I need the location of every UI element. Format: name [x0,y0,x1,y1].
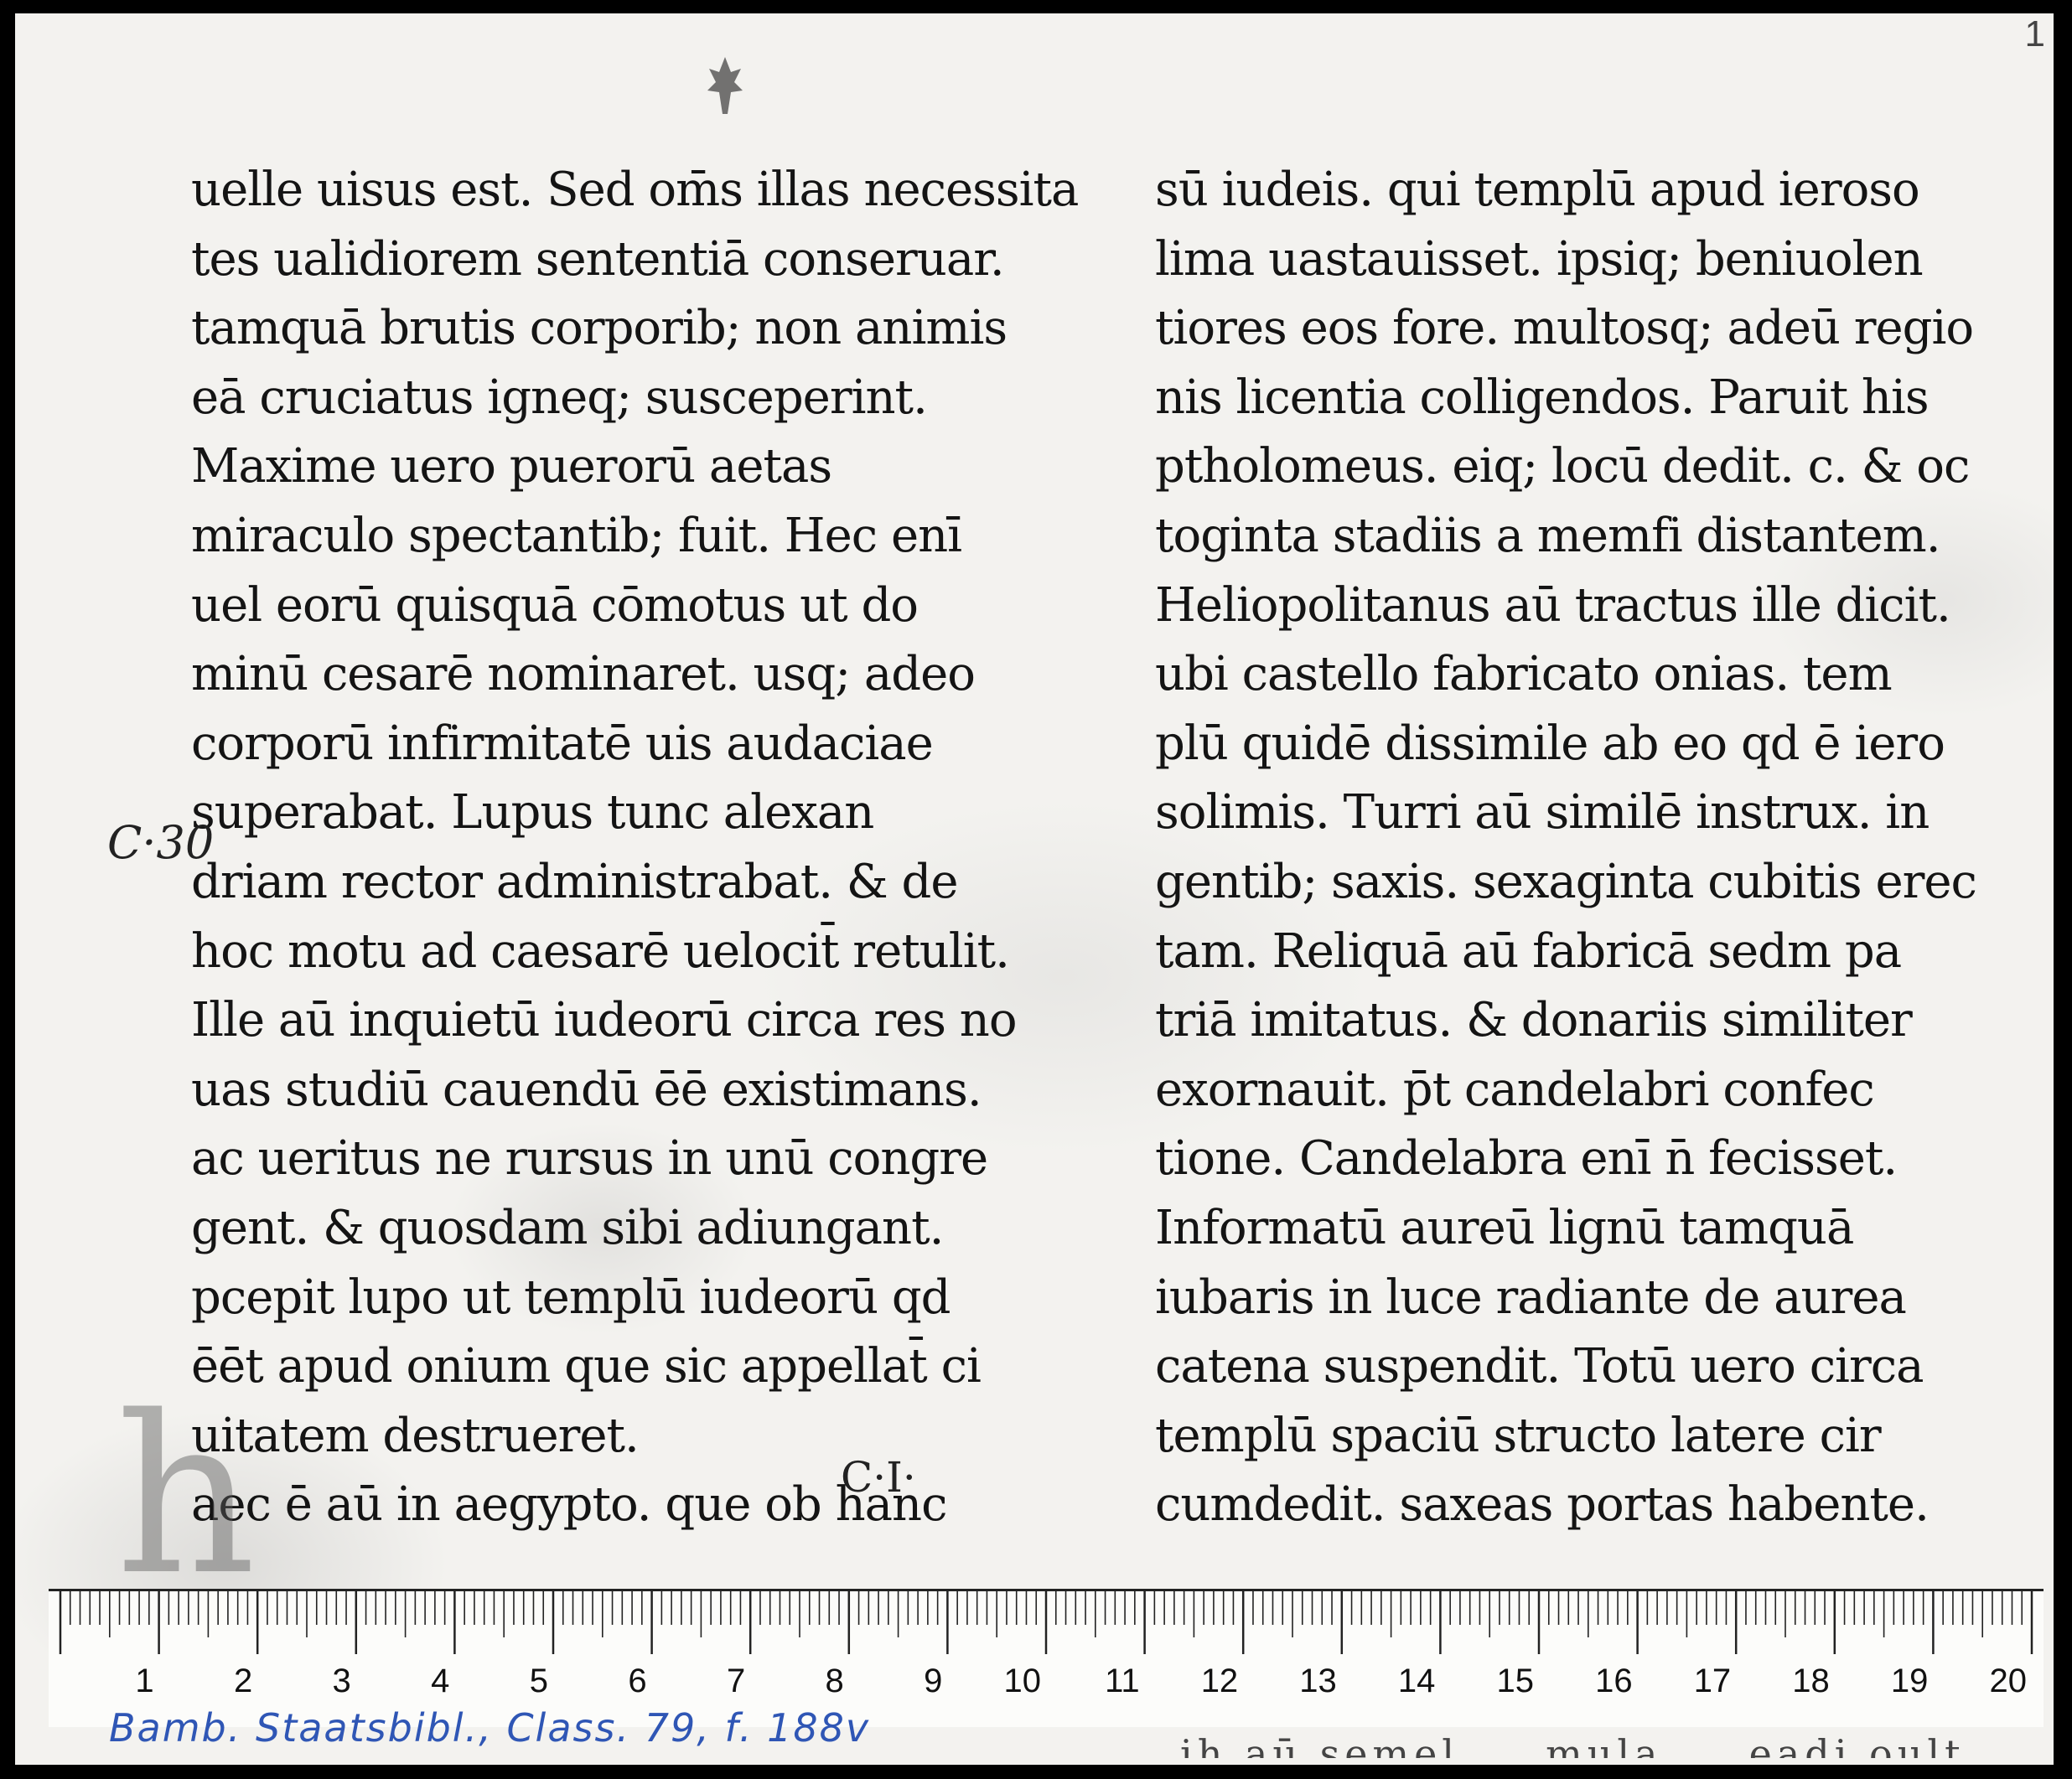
text-line: triā imitatus. & donariis similiter [1155,993,1913,1048]
text-line: iubaris in luce radiante de aurea [1155,1270,1907,1325]
ruler-label: 7 [727,1663,745,1699]
text-line: nis licentia colligendos. Paruit his [1155,370,1930,425]
text-line: sū iudeis. qui templū apud ieroso [1155,163,1920,217]
text-line: lima uastauisset. ipsiq; beniuolen [1155,231,1924,287]
manuscript-photo: 1 uelle uisus est. Sed om̄s illas necess… [15,13,2054,1765]
text-line: ubi castello fabricato onias. tem [1155,647,1893,702]
text-line: plū quidē dissimile ab eo qd ē iero [1155,716,1945,771]
corner-mark: 1 [2024,13,2045,54]
text-line: cumdedit. saxeas portas habente. [1155,1477,1930,1533]
ruler-label: 1 [135,1663,153,1699]
ruler-label: 3 [333,1663,351,1699]
text-line: uelle uisus est. Sed om̄s illas necessit… [191,163,1079,217]
text-line: tamquā brutis corporib; non animis [191,301,1008,356]
top-ornament-icon [707,57,743,114]
ruler-label: 2 [234,1663,252,1699]
margin-note-c30: C·30 [107,816,215,869]
text-line: tiores eos fore. multosq; adeū regio [1155,301,1974,356]
text-line: pcepit lupo ut templū iudeorū qd [191,1270,951,1325]
text-line: corporū infirmitatē uis audaciae [191,716,934,771]
ruler-label: 20 [1990,1663,2028,1699]
text-line: catena suspendit. Totū uero circa [1155,1339,1924,1394]
text-line: eā cruciatus igneq; susceperint. [191,370,928,425]
right-text-column: sū iudeis. qui templū apud ieroso lima ua… [1155,156,2044,1540]
ruler-label: 9 [924,1663,942,1699]
ruler-label: 8 [826,1663,844,1699]
text-line: ēēt apud onium que sic appellat̄ ci [191,1339,982,1394]
ruler-label: 10 [1004,1663,1042,1699]
ruler-label: 5 [530,1663,548,1699]
ruler-label: 15 [1497,1663,1535,1699]
margin-note-c1: C·I· [841,1453,916,1502]
ruler-label: 4 [431,1663,449,1699]
text-line: uas studiū cauendū ēē existimans. [191,1062,982,1117]
text-line: exornauit. p̄t candelabri confec [1155,1062,1875,1117]
text-line: templū spaciū structo latere cir [1155,1408,1882,1463]
text-line: Ille aū inquietū iudeorū circa res no [191,993,1018,1048]
text-line: tes ualidiorem sententiā conseruar. [191,231,1005,287]
ruler-label: 16 [1595,1663,1633,1699]
text-line: gentib; saxis. sexaginta cubitis erec [1155,854,1977,909]
text-line: miraculo spectantib; fuit. Hec enī [191,508,962,563]
ruler-label: 17 [1694,1663,1732,1699]
text-line: driam rector administrabat. & de [191,854,958,909]
text-line: Heliopolitanus aū tractus ille dicit. [1155,577,1951,633]
text-line: ac ueritus ne rursus in unū congre [191,1131,988,1187]
shelfmark-caption: Bamb. Staatsbibl., Class. 79, f. 188v [109,1705,871,1751]
text-line: hoc motu ad caesarē uelocit̄ retulit. [191,923,1010,979]
text-line: minū cesarē nominaret. usq; adeo [191,647,976,702]
text-line: Maxime uero puerorū aetas [191,439,832,494]
text-line: Informatū aureū lignū tamquā [1155,1200,1854,1255]
ruler-label: 14 [1398,1663,1436,1699]
ruler-label: 13 [1299,1663,1337,1699]
ruler-label: 19 [1891,1663,1929,1699]
cut-off-line: ih aū semel ... mula ... eadi oult [1180,1731,1966,1758]
decorated-initial: h [116,1370,256,1623]
text-line: aec ē aū in aegypto. que ob hanc [191,1477,947,1533]
text-line: toginta stadiis a memfi distantem. [1155,508,1941,563]
text-line: gent. & quosdam sibi adiungant. [191,1200,944,1255]
ruler-label: 18 [1792,1663,1830,1699]
ruler-label: 11 [1105,1663,1140,1699]
ruler-label: 6 [628,1663,646,1699]
text-line: uel eorū quisquā cōmotus ut do [191,577,919,633]
left-text-column: uelle uisus est. Sed om̄s illas necessit… [191,156,1080,1540]
text-line: tam. Reliquā aū fabricā sedm pa [1155,923,1902,979]
text-line: tione. Candelabra enī n̄ fecisset. [1155,1131,1898,1187]
text-line: solimis. Turri aū similē instrux. in [1155,785,1930,840]
text-line: uitatem destrueret. [191,1408,640,1463]
ruler-label: 12 [1201,1663,1239,1699]
text-line: ptholomeus. eiq; locū dedit. c. & oc [1155,439,1970,494]
text-line: superabat. Lupus tunc alexan [191,785,874,840]
